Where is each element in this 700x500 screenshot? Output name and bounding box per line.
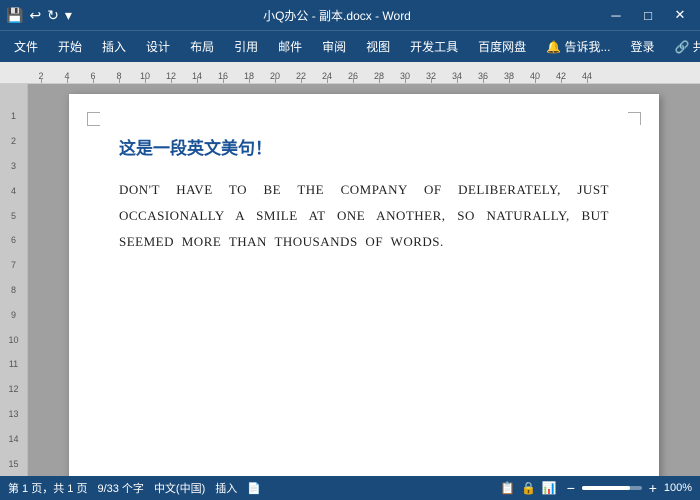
more-icon[interactable]: ▾ [65, 7, 72, 24]
page-num-3: 3 [0, 154, 27, 179]
menu-file[interactable]: 文件 [4, 34, 48, 59]
minimize-button[interactable]: ─ [602, 4, 630, 26]
status-right: 📋 🔒 📊 − + 100% [500, 480, 692, 496]
word-count: 9/33 个字 [97, 480, 143, 496]
page-num-6: 6 [0, 228, 27, 253]
ruler-mark-38: 38 [496, 62, 522, 83]
maximize-button[interactable]: □ [634, 4, 662, 26]
ruler-numbers: 2 4 6 8 10 12 14 16 18 20 22 24 26 28 30… [28, 62, 600, 83]
left-sidebar: 1 2 3 4 5 6 7 8 9 10 11 12 13 14 15 [0, 84, 28, 476]
ruler-mark-8: 8 [106, 62, 132, 83]
close-button[interactable]: ✕ [666, 4, 694, 26]
menu-layout[interactable]: 布局 [180, 34, 224, 59]
menu-login[interactable]: 登录 [620, 34, 664, 59]
window-controls: ─ □ ✕ [602, 4, 694, 26]
page-num-10: 10 [0, 327, 27, 352]
window-title: 小Q办公 - 副本.docx - Word [72, 7, 602, 24]
menu-start[interactable]: 开始 [48, 34, 92, 59]
page-num-14: 14 [0, 426, 27, 451]
status-icon3: 🔒 [521, 481, 536, 495]
ruler-mark-2: 2 [28, 62, 54, 83]
zoom-plus-button[interactable]: + [645, 480, 661, 496]
redo-icon[interactable]: ↻ [47, 7, 59, 24]
menu-view[interactable]: 视图 [356, 34, 400, 59]
zoom-slider[interactable] [582, 486, 642, 490]
ruler: 2 4 6 8 10 12 14 16 18 20 22 24 26 28 30… [0, 62, 700, 84]
zoom-slider-fill [582, 486, 630, 490]
ruler-mark-20: 20 [262, 62, 288, 83]
page-num-12: 12 [0, 377, 27, 402]
save-icon[interactable]: 💾 [6, 7, 23, 24]
menu-insert[interactable]: 插入 [92, 34, 136, 59]
menu-reference[interactable]: 引用 [224, 34, 268, 59]
ruler-mark-16: 16 [210, 62, 236, 83]
menu-design[interactable]: 设计 [136, 34, 180, 59]
page-num-2: 2 [0, 129, 27, 154]
status-icon1: 📄 [247, 482, 261, 495]
ruler-mark-14: 14 [184, 62, 210, 83]
status-bar: 第 1 页，共 1 页 9/33 个字 中文(中国) 插入 📄 📋 🔒 📊 − … [0, 476, 700, 500]
page-num-1: 1 [0, 104, 27, 129]
zoom-controls: − + 100% [563, 480, 692, 496]
ruler-mark-12: 12 [158, 62, 184, 83]
menu-help[interactable]: 🔔 告诉我... [536, 34, 620, 59]
ruler-mark-18: 18 [236, 62, 262, 83]
ruler-mark-42: 42 [548, 62, 574, 83]
undo-icon[interactable]: ↩ [29, 7, 41, 24]
document-page[interactable]: 这是一段英文美句！ DON'T HAVE TO BE THE COMPANY O… [69, 94, 659, 476]
title-bar: 💾 ↩ ↻ ▾ 小Q办公 - 副本.docx - Word ─ □ ✕ [0, 0, 700, 30]
document-heading: 这是一段英文美句！ [119, 134, 609, 159]
menu-review[interactable]: 审阅 [312, 34, 356, 59]
status-left: 第 1 页，共 1 页 9/33 个字 中文(中国) 插入 📄 [8, 480, 261, 496]
ruler-mark-36: 36 [470, 62, 496, 83]
page-info: 第 1 页，共 1 页 [8, 480, 87, 496]
insert-mode[interactable]: 插入 [215, 480, 237, 496]
page-num-8: 8 [0, 278, 27, 303]
document-body[interactable]: DON'T HAVE TO BE THE COMPANY OF DELIBERA… [119, 177, 609, 255]
page-num-9: 9 [0, 302, 27, 327]
ruler-mark-24: 24 [314, 62, 340, 83]
menu-bar: 文件 开始 插入 设计 布局 引用 邮件 审阅 视图 开发工具 百度网盘 🔔 告… [0, 30, 700, 62]
ruler-mark-4: 4 [54, 62, 80, 83]
page-num-5: 5 [0, 203, 27, 228]
page-num-15: 15 [0, 451, 27, 476]
status-icon4: 📊 [542, 481, 557, 495]
ruler-mark-40: 40 [522, 62, 548, 83]
menu-mail[interactable]: 邮件 [268, 34, 312, 59]
page-num-7: 7 [0, 253, 27, 278]
ruler-mark-28: 28 [366, 62, 392, 83]
menu-share[interactable]: 🔗 共享 [664, 34, 700, 59]
status-icon2: 📋 [500, 481, 515, 495]
language: 中文(中国) [154, 480, 205, 496]
ruler-mark-10: 10 [132, 62, 158, 83]
ruler-mark-44: 44 [574, 62, 600, 83]
ruler-mark-22: 22 [288, 62, 314, 83]
ruler-mark-6: 6 [80, 62, 106, 83]
zoom-percent: 100% [664, 482, 692, 494]
menu-baidu[interactable]: 百度网盘 [468, 34, 536, 59]
title-bar-left: 💾 ↩ ↻ ▾ [6, 7, 72, 24]
main-area: 1 2 3 4 5 6 7 8 9 10 11 12 13 14 15 这是一段… [0, 84, 700, 476]
zoom-minus-button[interactable]: − [563, 480, 579, 496]
page-num-4: 4 [0, 178, 27, 203]
ruler-mark-32: 32 [418, 62, 444, 83]
ruler-mark-26: 26 [340, 62, 366, 83]
document-area[interactable]: 这是一段英文美句！ DON'T HAVE TO BE THE COMPANY O… [28, 84, 700, 476]
ruler-mark-34: 34 [444, 62, 470, 83]
page-num-13: 13 [0, 402, 27, 427]
ruler-mark-30: 30 [392, 62, 418, 83]
page-num-11: 11 [0, 352, 27, 377]
menu-devtools[interactable]: 开发工具 [400, 34, 468, 59]
